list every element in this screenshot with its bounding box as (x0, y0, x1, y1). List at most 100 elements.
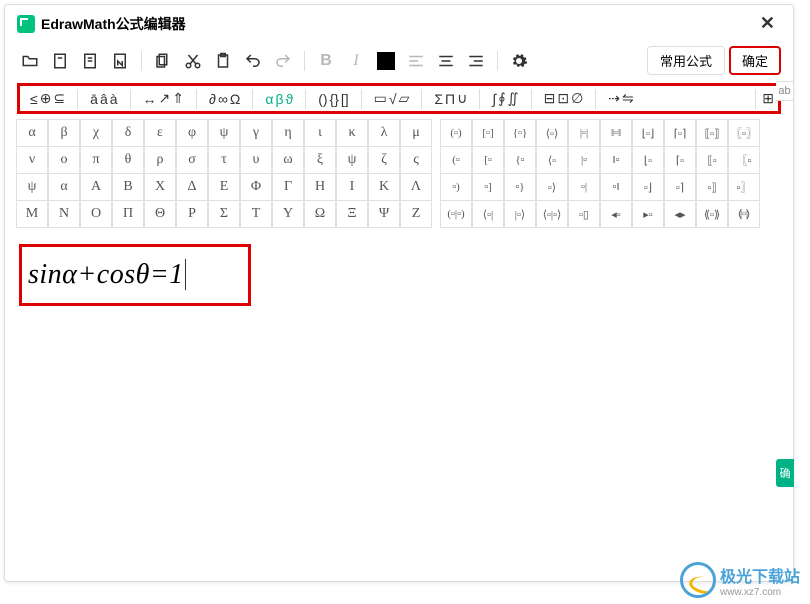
bracket-cell[interactable]: |▫ (568, 146, 600, 174)
greek-cell[interactable]: ε (144, 119, 176, 147)
greek-cell[interactable]: Ω (304, 200, 336, 228)
bracket-cell[interactable]: ⟨▫⟩ (536, 119, 568, 147)
italic-button[interactable]: I (343, 48, 369, 74)
align-center-button[interactable] (433, 48, 459, 74)
category-group-9[interactable]: ⊟⊡∅ (538, 88, 590, 109)
bracket-cell[interactable]: 〖▫ (728, 146, 760, 174)
category-group-2[interactable]: ↔↗⇑ (137, 88, 190, 109)
greek-cell[interactable]: ο (48, 146, 80, 174)
greek-cell[interactable]: κ (336, 119, 368, 147)
bracket-cell[interactable]: ▫‖ (600, 173, 632, 201)
greek-cell[interactable]: Δ (176, 173, 208, 201)
bracket-cell[interactable]: ‖▫‖ (600, 119, 632, 147)
bracket-cell[interactable]: {▫} (504, 119, 536, 147)
greek-cell[interactable]: μ (400, 119, 432, 147)
greek-cell[interactable]: Π (112, 200, 144, 228)
greek-cell[interactable]: Σ (208, 200, 240, 228)
greek-cell[interactable]: ψ (208, 119, 240, 147)
greek-cell[interactable]: π (80, 146, 112, 174)
category-group-3[interactable]: ∂∞Ω (203, 89, 246, 109)
bracket-cell[interactable]: ⌈▫⌉ (664, 119, 696, 147)
greek-cell[interactable]: ω (272, 146, 304, 174)
bracket-cell[interactable]: (▫ (440, 146, 472, 174)
bracket-cell[interactable]: {▫ (504, 146, 536, 174)
bracket-cell[interactable]: ⌊▫ (632, 146, 664, 174)
color-button[interactable] (373, 48, 399, 74)
bracket-cell[interactable]: |▫⟩ (504, 200, 536, 228)
bracket-cell[interactable]: [▫] (472, 119, 504, 147)
bracket-cell[interactable]: ⌊▫⌋ (632, 119, 664, 147)
greek-cell[interactable]: Ι (336, 173, 368, 201)
bracket-cell[interactable]: ⟨▫|▫⟩ (536, 200, 568, 228)
greek-cell[interactable]: Ρ (176, 200, 208, 228)
green-side-button[interactable]: 确 (776, 459, 794, 487)
greek-cell[interactable]: Ν (48, 200, 80, 228)
matrix-category-icon[interactable]: ⊞ (762, 90, 774, 107)
bracket-cell[interactable]: ▫) (440, 173, 472, 201)
greek-cell[interactable]: θ (112, 146, 144, 174)
greek-cell[interactable]: λ (368, 119, 400, 147)
bracket-cell[interactable]: ▫⟧ (696, 173, 728, 201)
bracket-cell[interactable]: ▫▯ (568, 200, 600, 228)
page-1-button[interactable] (47, 48, 73, 74)
bracket-cell[interactable]: ⟨▫| (472, 200, 504, 228)
side-tab[interactable]: ab (776, 81, 794, 101)
greek-cell[interactable]: δ (112, 119, 144, 147)
redo-button[interactable] (270, 48, 296, 74)
bracket-cell[interactable]: ▫} (504, 173, 536, 201)
greek-cell[interactable]: φ (176, 119, 208, 147)
bracket-cell[interactable]: (▫) (440, 119, 472, 147)
greek-cell[interactable]: Χ (144, 173, 176, 201)
align-left-button[interactable] (403, 48, 429, 74)
settings-button[interactable] (506, 48, 532, 74)
greek-cell[interactable]: Υ (272, 200, 304, 228)
bracket-cell[interactable]: ⟨▫ (536, 146, 568, 174)
greek-cell[interactable]: Ε (208, 173, 240, 201)
bold-button[interactable]: B (313, 48, 339, 74)
bracket-cell[interactable]: ⟦▫ (696, 146, 728, 174)
greek-cell[interactable]: Ζ (400, 200, 432, 228)
greek-cell[interactable]: Ο (80, 200, 112, 228)
greek-cell[interactable]: Ξ (336, 200, 368, 228)
greek-cell[interactable]: Μ (16, 200, 48, 228)
formula-preview[interactable]: sinα+cosθ=1 (19, 244, 251, 306)
bracket-cell[interactable]: ◂▸ (664, 200, 696, 228)
greek-cell[interactable]: Φ (240, 173, 272, 201)
bracket-cell[interactable]: ⟬▫⟭ (728, 200, 760, 228)
paste-button[interactable] (210, 48, 236, 74)
greek-cell[interactable]: Τ (240, 200, 272, 228)
page-3-button[interactable] (107, 48, 133, 74)
greek-cell[interactable]: Λ (400, 173, 432, 201)
category-group-8[interactable]: ∫∮∬ (486, 88, 524, 109)
greek-cell[interactable]: α (16, 119, 48, 147)
greek-cell[interactable]: ρ (144, 146, 176, 174)
category-group-1[interactable]: āâà (84, 89, 123, 109)
bracket-cell[interactable]: 〖▫〗 (728, 119, 760, 147)
greek-cell[interactable]: β (48, 119, 80, 147)
category-group-5[interactable]: (){}[] (312, 89, 354, 109)
category-group-10[interactable]: ⇢⇋ (602, 88, 639, 109)
greek-cell[interactable]: Ψ (368, 200, 400, 228)
bracket-cell[interactable]: ⟦▫⟧ (696, 119, 728, 147)
greek-cell[interactable]: η (272, 119, 304, 147)
align-right-button[interactable] (463, 48, 489, 74)
greek-cell[interactable]: ψ (336, 146, 368, 174)
greek-cell[interactable]: Κ (368, 173, 400, 201)
undo-button[interactable] (240, 48, 266, 74)
bracket-cell[interactable]: ▫| (568, 173, 600, 201)
greek-cell[interactable]: τ (208, 146, 240, 174)
greek-cell[interactable]: γ (240, 119, 272, 147)
bracket-cell[interactable]: ▸▫ (632, 200, 664, 228)
close-button[interactable]: ✕ (754, 13, 781, 34)
greek-cell[interactable]: ψ (16, 173, 48, 201)
bracket-cell[interactable]: ⌈▫ (664, 146, 696, 174)
greek-cell[interactable]: Η (304, 173, 336, 201)
bracket-cell[interactable]: |▫| (568, 119, 600, 147)
greek-cell[interactable]: Β (112, 173, 144, 201)
greek-cell[interactable]: Α (80, 173, 112, 201)
category-group-7[interactable]: ΣΠ∪ (428, 88, 473, 109)
greek-cell[interactable]: σ (176, 146, 208, 174)
greek-cell[interactable]: ν (16, 146, 48, 174)
page-2-button[interactable] (77, 48, 103, 74)
bracket-cell[interactable]: (▫|▫) (440, 200, 472, 228)
